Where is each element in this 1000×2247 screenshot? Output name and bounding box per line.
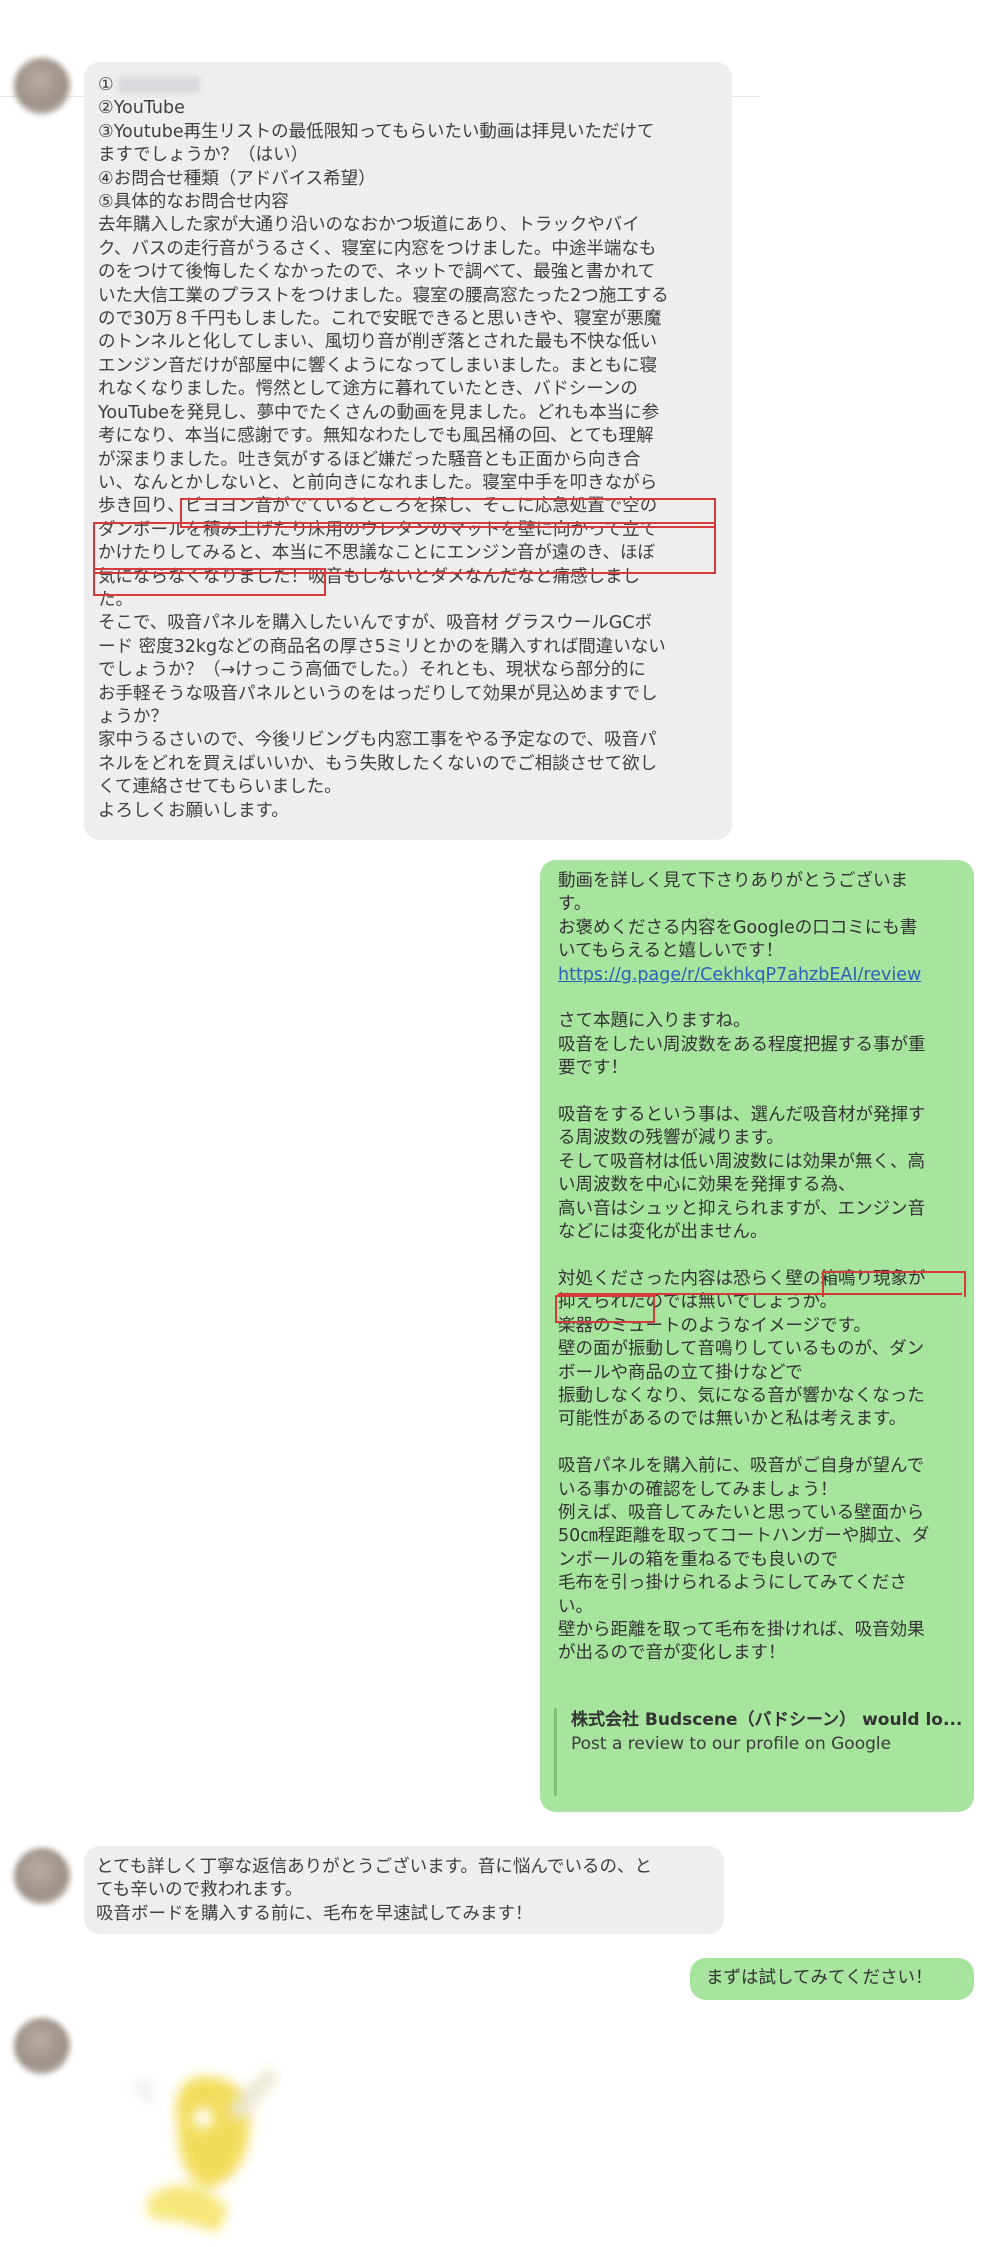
message-line: 例えば、吸音してみたいと思っている壁面から	[558, 1502, 925, 1523]
message-line: 吸音をしたい周波数をある程度把握する事が重	[558, 1034, 926, 1055]
message-line: が出るので音が変化します！	[558, 1643, 786, 1664]
message-line: などには変化が出ません。	[558, 1222, 768, 1243]
message-line: ので30万８千円もしました。これで安眠できると思いきや、寝室が悪魔	[98, 309, 662, 330]
message-line: 楽器のミュートのようなイメージです。	[558, 1315, 871, 1336]
message-line: ても辛いので救われます。	[96, 1880, 303, 1901]
message-line: お手軽そうな吸音パネルというのをはっだりして効果が見込めますでし	[98, 683, 658, 704]
sticker-image[interactable]	[108, 2048, 308, 2238]
message-line	[558, 1081, 964, 1104]
message-line	[558, 987, 964, 1010]
message-line: 要です！	[558, 1058, 628, 1079]
message-line: くて連絡させてもらいました。	[98, 777, 342, 798]
message-line: ボールや商品の立て掛けなどで	[558, 1362, 803, 1383]
message-line: 壁から距離を取って毛布を掛ければ、吸音効果	[558, 1620, 925, 1640]
message-line: ンボールの箱を重ねるでも良いので	[558, 1549, 838, 1570]
message-line: 吸音パネルを購入前に、吸音がご自身が望んで	[558, 1456, 925, 1477]
message-line: い。	[558, 1596, 593, 1617]
message-line: かけたりしてみると、本当に不思議なことにエンジン音が遠のき、ほぼ	[98, 543, 656, 564]
message-line: お褒めくださる内容をGoogleの口コミにも書	[558, 917, 918, 938]
outgoing-message-bubble[interactable]: 動画を詳しく見て下さりありがとうございま す。 お褒めくださる内容をGoogleの口…	[540, 860, 974, 1812]
message-line: 歩き回り、ビヨヨン音がでているところを探し、そこに応急処置で空の	[98, 496, 658, 517]
message-text: まずは試してみてください！	[706, 1968, 933, 1988]
message-line	[558, 1432, 964, 1455]
redacted-name	[117, 77, 200, 93]
incoming-message-bubble[interactable]: ① ②YouTube ③Youtube再生リストの最低限知ってもらいたい動画は拝見い…	[84, 62, 732, 840]
message-line: ード 密度32kgなどの商品名の厚さ5ミリとかのを購入すれば間違いない	[98, 636, 666, 657]
message-line: 可能性があるのでは無いかと私は考えます。	[558, 1409, 907, 1430]
message-line: 壁の面が振動して音鳴りしているものが、ダン	[558, 1339, 925, 1360]
message-line: 吸音ボードを購入する前に、毛布を早速試してみます！	[96, 1903, 533, 1924]
message-line: 吸音をするという事は、選んだ吸音材が発揮す	[558, 1105, 926, 1126]
message-line: とても詳しく丁寧な返信ありがとうございます。音に悩んでいるの、と	[96, 1857, 652, 1877]
message-line: のをつけて後悔したくなかったので、ネットで調べて、最強と書かれて	[98, 262, 656, 283]
message-line: ネルをどれを買えばいいか、もう失敗したくないのでご相談させて欲し	[98, 753, 658, 774]
link-preview-title: 株式会社 Budscene（バドシーン） would lo...	[571, 1710, 963, 1730]
message-line: い周波数を中心に効果を発揮する為、	[558, 1175, 856, 1196]
message-line: 家中うるさいので、今後リビングも内窓工事をやる予定なので、吸音パ	[98, 730, 657, 751]
message-line: た。	[98, 589, 133, 610]
message-line: ダンボールを積み上げたり床用のウレタンのマットを壁に向かって立て	[98, 519, 658, 540]
message-line: ②YouTube	[98, 98, 185, 119]
message-line: エンジン音だけが部屋中に響くようになってしまいました。まともに寝	[98, 355, 658, 376]
message-line: いる事かの確認をしてみましょう！	[558, 1479, 838, 1500]
message-line: ⑤具体的なお問合せ内容	[98, 192, 289, 213]
avatar[interactable]	[14, 1848, 70, 1904]
message-line: そこで、吸音パネルを購入したいんですが、吸音材 グラスウールGCボ	[98, 613, 653, 634]
message-line: 動画を詳しく見て下さりありがとうございま	[558, 871, 908, 891]
message-line: 気にならなくなりました！吸音もしないとダメなんだなと痛感しまし	[98, 566, 640, 587]
message-line: のトンネルと化してしまい、風切り音が削ぎ落とされた最も不快な低い	[98, 332, 658, 353]
message-line: 毛布を引っ掛けられるようにしてみてくださ	[558, 1573, 907, 1594]
message-line: ④お問合せ種類（アドバイス希望）	[98, 168, 376, 189]
message-line: 考になり、本当に感謝です。無知なわたしでも風呂桶の回、とても理解	[98, 426, 654, 447]
outgoing-message-bubble[interactable]: まずは試してみてください！	[690, 1958, 974, 2000]
message-line: る周波数の残響が減ります。	[558, 1128, 784, 1149]
message-line: い、なんとかしないと、と前向きになれました。寝室中手を叩きながら	[98, 472, 658, 493]
message-line: 高い音はシュッと抑えられますが、エンジン音	[558, 1198, 926, 1219]
message-line: 対処くださった内容は恐らく壁の箱鳴り現象が	[558, 1268, 926, 1289]
message-line: 50㎝程距離を取ってコートハンガーや脚立、ダ	[558, 1526, 930, 1547]
highlight-underline	[558, 1293, 962, 1295]
link-preview-card[interactable]: 株式会社 Budscene（バドシーン） would lo... Post a …	[554, 1708, 964, 1796]
incoming-message-bubble[interactable]: とても詳しく丁寧な返信ありがとうございます。音に悩んでいるの、と ても辛いので救わ…	[84, 1846, 724, 1934]
review-link[interactable]: https://g.page/r/CekhkqP7ahzbEAI/review	[558, 964, 964, 987]
link-preview-description: Post a review to our profile on Google	[571, 1734, 892, 1754]
message-line: が深まりました。吐き気がするほど嫌だった騒音とも正面から向き合	[98, 449, 641, 470]
avatar[interactable]	[14, 58, 70, 114]
message-line: いてもらえると嬉しいです！	[558, 941, 784, 962]
message-line: ょうか？	[98, 706, 168, 727]
message-line: ③Youtube再生リストの最低限知ってもらいたい動画は拝見いただけて	[98, 121, 655, 142]
message-line	[558, 1245, 964, 1268]
message-line: よろしくお願いします。	[98, 800, 289, 821]
message-line: 振動しなくなり、気になる音が響かなくなった	[558, 1385, 925, 1406]
avatar[interactable]	[14, 2018, 70, 2074]
message-line: さて本題に入りますね。	[558, 1011, 751, 1032]
message-line: いた大信工業のプラストをつけました。寝室の腰高窓たった2つ施工する	[98, 285, 669, 306]
message-line: そして吸音材は低い周波数には効果が無く、高	[558, 1151, 925, 1172]
message-line: ①	[98, 74, 720, 97]
message-line: ク、バスの走行音がうるさく、寝室に内窓をつけました。中途半端なも	[98, 238, 657, 259]
message-line: YouTubeを発見し、夢中でたくさんの動画を見ました。どれも本当に参	[98, 402, 660, 423]
message-line: れなくなりました。愕然として途方に暮れていたとき、バドシーンの	[98, 379, 638, 400]
message-line: ますでしょうか？（はい）	[98, 145, 309, 166]
message-line: でしょうか？（→けっこう高価でした。）それとも、現状なら部分的に	[98, 660, 646, 681]
message-line: 去年購入した家が大通り沿いのなおかつ坂道にあり、トラックやバイ	[98, 215, 640, 236]
message-line: す。	[558, 894, 592, 915]
